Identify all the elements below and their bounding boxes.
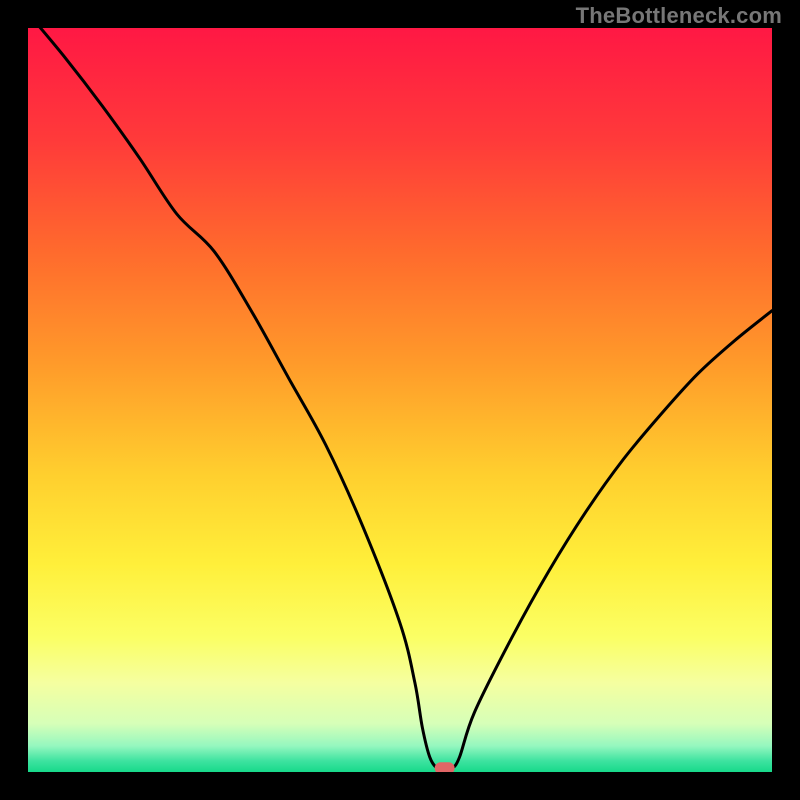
gradient-background bbox=[28, 28, 772, 772]
chart-svg bbox=[28, 28, 772, 772]
watermark-text: TheBottleneck.com bbox=[576, 3, 782, 29]
chart-container: TheBottleneck.com bbox=[0, 0, 800, 800]
plot-area bbox=[28, 28, 772, 772]
optimal-marker bbox=[435, 762, 455, 772]
